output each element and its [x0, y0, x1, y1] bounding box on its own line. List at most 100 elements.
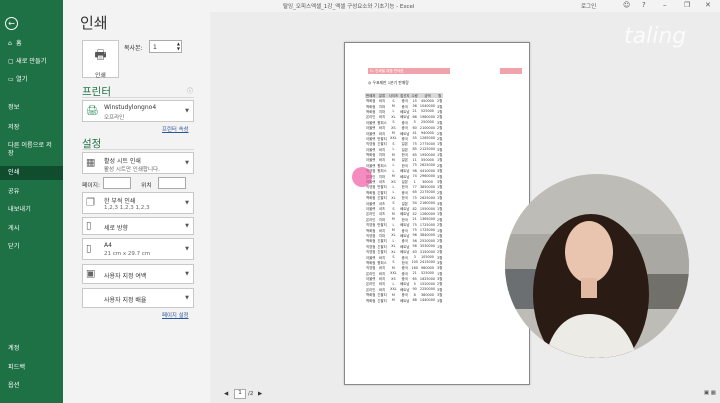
sidebar-item-home[interactable]: ⌂ 홈: [0, 40, 63, 48]
portrait-page-icon: ▯: [86, 220, 92, 232]
help-icon[interactable]: ?: [642, 1, 646, 9]
table-cell: 3월: [437, 201, 443, 206]
table-cell: 베트남: [400, 287, 410, 292]
table-cell: 3월: [437, 174, 443, 179]
margins-select[interactable]: ▣ 사용자 지정 여백 ▼: [82, 264, 194, 284]
table-cell: 525000: [421, 109, 434, 114]
table-cell: 3850000: [419, 184, 436, 189]
table-cell: 3월: [437, 180, 443, 185]
feedback-smile-icon[interactable]: ☺: [623, 1, 630, 9]
sidebar-item-save-as[interactable]: 다른 이름으로 저장: [0, 142, 56, 158]
sidebar-item-info[interactable]: 정보: [0, 104, 63, 112]
current-page-input[interactable]: 1: [234, 389, 246, 399]
page-setup-link[interactable]: 페이지 설정: [162, 311, 189, 319]
back-arrow-icon[interactable]: ←: [5, 17, 18, 30]
sidebar-item-feedback[interactable]: 피드백: [0, 364, 63, 372]
table-cell: 백화점: [366, 196, 376, 201]
table-row: 직영점 반팔티 L 베트남 75 1725000 2월: [365, 222, 443, 228]
sidebar-item-close[interactable]: 닫기: [0, 243, 63, 251]
table-cell: 직영점: [366, 223, 376, 228]
table-cell: 긴팔티: [377, 196, 387, 201]
table-cell: 1월: [437, 228, 443, 233]
close-icon[interactable]: ✕: [705, 1, 711, 9]
printer-icon: 🖶: [94, 48, 107, 63]
sidebar-item-publish[interactable]: 게시: [0, 225, 63, 233]
table-cell: 1월: [437, 233, 443, 238]
table-cell: 반팔티: [377, 185, 387, 190]
table-cell: 2월: [437, 239, 443, 244]
table-cell: 105: [411, 260, 418, 265]
table-cell: 백화점: [366, 239, 376, 244]
table-cell: 1725000: [419, 228, 436, 233]
table-cell: 550000: [421, 157, 434, 162]
sidebar-item-account[interactable]: 계정: [0, 345, 63, 353]
print-what-select[interactable]: ▦ 활성 시트 인쇄 활성 시트만 인쇄합니다. ▼: [82, 152, 194, 174]
sidebar-item-save[interactable]: 저장: [0, 124, 63, 132]
sidebar-item-options[interactable]: 옵션: [0, 382, 63, 390]
table-cell: 2625000: [419, 163, 436, 168]
table-cell: 아울렛: [366, 207, 376, 211]
sidebar-item-share[interactable]: 공유: [0, 188, 63, 196]
mouse-highlight-cursor: [352, 167, 372, 187]
scaling-select[interactable]: 사용자 지정 배율 ▼: [82, 288, 194, 308]
pages-from-input[interactable]: [103, 177, 131, 189]
print-button[interactable]: 🖶 인쇄: [82, 40, 119, 79]
paper-size-select[interactable]: ▯ A4 21 cm x 29.7 cm ▼: [82, 238, 194, 260]
table-cell: 3월: [437, 287, 443, 292]
sidebar-item-new[interactable]: ▢ 새로 만들기: [0, 58, 63, 66]
table-cell: 2월: [437, 250, 443, 255]
sidebar-item-print[interactable]: 인쇄: [0, 166, 63, 180]
table-cell: 3월: [437, 266, 443, 271]
table-cell: 1725000: [419, 222, 436, 227]
zoom-to-page-icon[interactable]: ▣ ▦: [704, 390, 716, 396]
info-icon[interactable]: ⓘ: [187, 86, 193, 95]
pages-to-input[interactable]: [158, 177, 186, 189]
copies-label: 복사본:: [124, 45, 143, 52]
sheet-grid-icon: ▦: [86, 157, 96, 169]
table-cell: 원피스: [377, 169, 387, 174]
table-cell: 베트남: [400, 207, 410, 211]
next-page-icon[interactable]: ▶: [258, 391, 262, 397]
sign-in-link[interactable]: 로그인: [581, 2, 596, 10]
table-cell: 2775000: [419, 141, 436, 146]
new-file-icon: ▢: [8, 58, 14, 65]
table-cell: 68: [412, 298, 417, 303]
collate-select[interactable]: ❐ 한 부씩 인쇄 1,2,3 1,2,3 1,2,3 ▼: [82, 192, 194, 214]
table-row: 아울렛 반팔티 XXL 중국 55 1265000 2월: [365, 136, 443, 141]
table-cell: 2월: [437, 136, 443, 141]
minimize-icon[interactable]: –: [663, 1, 667, 9]
chevron-down-icon: ▼: [185, 223, 189, 229]
sidebar-item-export[interactable]: 내보내기: [0, 206, 63, 214]
table-cell: 250000: [421, 120, 434, 125]
table-cell: 3150000: [419, 249, 436, 254]
divider: [82, 97, 194, 98]
table-cell: 2월: [437, 217, 443, 222]
copies-input[interactable]: 1 ▲ ▼: [149, 40, 182, 53]
table-cell: 백화점: [366, 228, 376, 233]
table-cell: 940000: [421, 131, 434, 136]
margins-icon: ▣: [86, 268, 96, 280]
table-cell: 1980000: [419, 114, 436, 119]
printer-properties-link[interactable]: 프린터 속성: [162, 125, 189, 133]
prev-page-icon[interactable]: ◀: [224, 391, 228, 397]
sales-table: 판매처 분류 사이즈 접선지 수량 금액 월 백화점 바지 S 중국 15 450000 2월 백화점 치마…: [365, 93, 444, 303]
printer-select[interactable]: 🖨 Winstudylongno4 오프라인 ▼: [82, 100, 194, 122]
table-cell: 직영점: [366, 244, 376, 249]
table-cell: 백화점: [366, 260, 376, 265]
table-cell: 온라인: [366, 271, 376, 276]
table-cell: 긴팔티: [377, 250, 387, 255]
copies-spinner[interactable]: ▲ ▼: [177, 41, 180, 51]
orientation-select[interactable]: ▯ 세로 방향 ▼: [82, 217, 194, 235]
print-button-label: 인쇄: [95, 73, 106, 79]
sidebar-item-open[interactable]: ▭ 열기: [0, 76, 63, 84]
restore-icon[interactable]: ❐: [684, 1, 690, 9]
table-cell: 백화점: [366, 153, 376, 158]
table-cell: 직영점: [366, 266, 376, 271]
table-cell: 2월: [437, 126, 443, 131]
table-row: 직영점 긴팔티 XL 베트남 56 3530000 1월: [365, 244, 443, 249]
table-cell: 베트남: [400, 244, 410, 249]
sheet-header-title: Q. 인쇄될 제품 판매표: [368, 68, 450, 74]
table-cell: 백화점: [366, 99, 376, 104]
table-cell: 2415000: [419, 260, 436, 265]
table-cell: 360000: [421, 292, 434, 297]
